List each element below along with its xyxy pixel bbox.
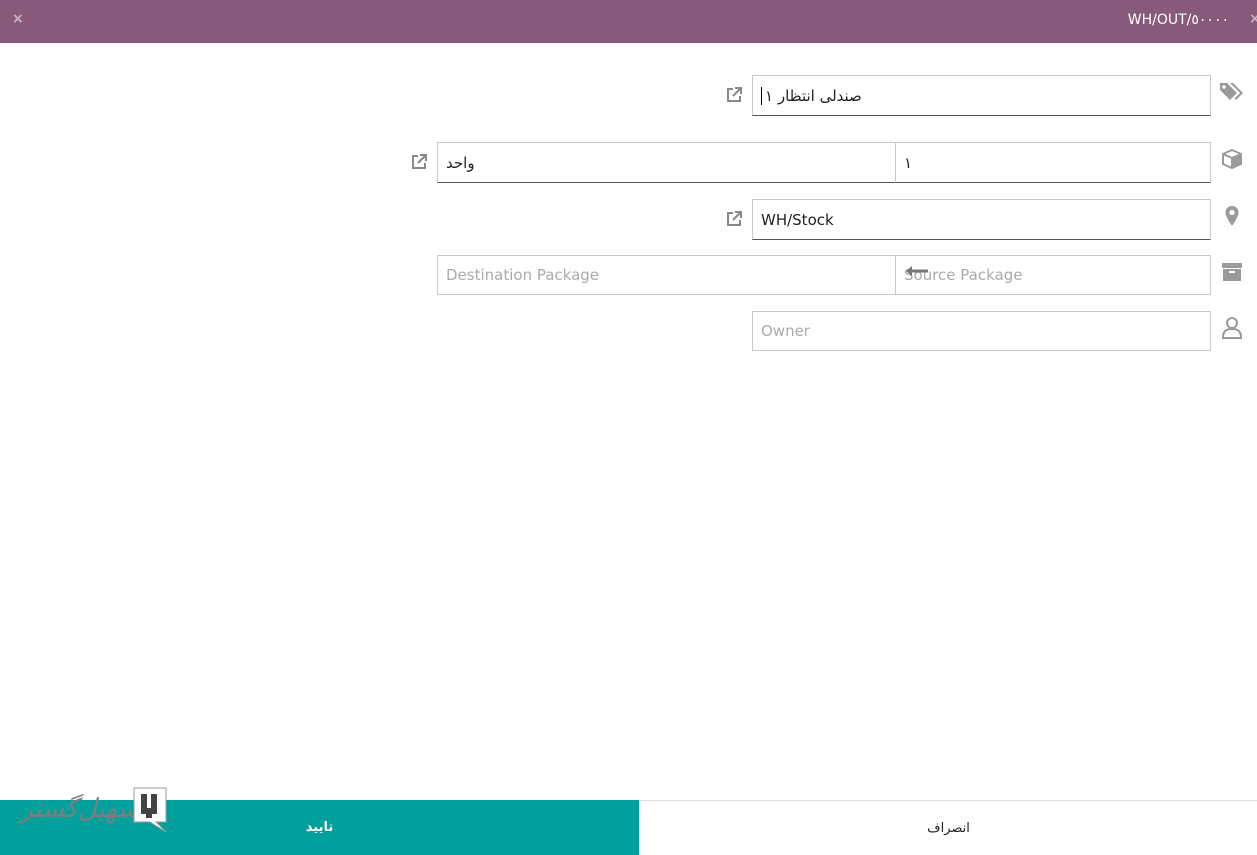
- destination-package-placeholder: Destination Package: [446, 266, 600, 284]
- quantity-value: ۱: [904, 153, 913, 172]
- product-field[interactable]: صندلی انتظار ۱: [752, 75, 1211, 116]
- watermark-text: تسهیل‌گستر: [20, 794, 149, 824]
- external-link-icon[interactable]: [725, 210, 743, 228]
- location-field[interactable]: WH/Stock: [752, 199, 1211, 240]
- external-link-icon[interactable]: [725, 86, 743, 104]
- owner-field[interactable]: Owner: [752, 311, 1211, 351]
- logo-mark-icon: [133, 787, 167, 832]
- tags-icon: [1219, 79, 1245, 105]
- owner-placeholder: Owner: [761, 322, 810, 340]
- cube-icon: [1219, 146, 1245, 172]
- dialog: × WH/OUT/٥٠٠٠٠ × صندلی انتظار ۱ ۱ واحد W…: [0, 0, 1257, 855]
- destination-package-field[interactable]: Destination Package: [437, 255, 896, 295]
- uom-field[interactable]: واحد: [437, 142, 896, 183]
- quantity-field[interactable]: ۱: [895, 142, 1211, 183]
- text-caret: [761, 86, 762, 105]
- source-package-field[interactable]: Source Package: [895, 255, 1211, 295]
- user-icon: [1219, 315, 1245, 341]
- watermark-logo: تسهیل‌گستر: [20, 786, 170, 834]
- close-button[interactable]: ×: [1249, 11, 1257, 27]
- external-link-icon[interactable]: [410, 153, 428, 171]
- product-value: صندلی انتظار ۱: [765, 86, 862, 105]
- cancel-button[interactable]: انصراف: [639, 800, 1257, 855]
- arrow-left-icon: [906, 266, 928, 276]
- close-icon[interactable]: ×: [12, 11, 24, 27]
- dialog-header: × WH/OUT/٥٠٠٠٠ ×: [0, 0, 1257, 43]
- uom-value: واحد: [446, 153, 475, 172]
- map-marker-icon: [1219, 203, 1245, 229]
- dialog-title: WH/OUT/٥٠٠٠٠: [1127, 12, 1229, 28]
- location-value: WH/Stock: [761, 210, 834, 229]
- cancel-label: انصراف: [927, 820, 970, 836]
- archive-box-icon: [1219, 259, 1245, 285]
- confirm-label: تایید: [305, 820, 334, 835]
